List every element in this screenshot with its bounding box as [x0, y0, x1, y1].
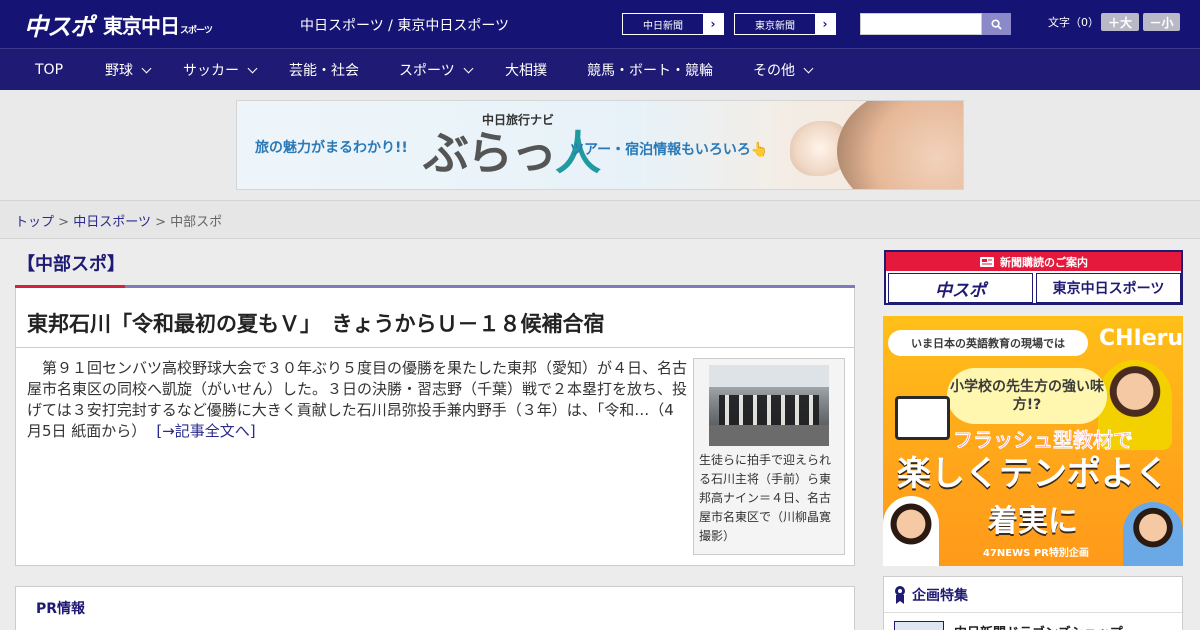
tokyo-shimbun-link[interactable]: 東京新聞 › — [734, 13, 836, 35]
article-card: 東邦石川「令和最初の夏もＶ」 きょうからＵ－１８候補合宿 第９１回センバツ高校野… — [15, 288, 855, 566]
newspaper-icon — [980, 256, 994, 267]
photo-sky — [709, 365, 829, 387]
site-title[interactable]: 中日スポーツ / 東京中日スポーツ — [300, 15, 509, 35]
read-more-link[interactable]: [→記事全文へ] — [156, 422, 255, 440]
logo-chuspo[interactable]: 中スポ — [24, 7, 94, 42]
breadcrumb-bar: トップ > 中日スポーツ > 中部スポ — [0, 200, 1200, 239]
subscribe-tokyo-chunichi-button[interactable]: 東京中日スポーツ — [1036, 273, 1181, 303]
breadcrumb-chunichi-sports[interactable]: 中日スポーツ — [73, 215, 151, 230]
subscription-box: 新聞購読のご案内 中スポ 東京中日スポーツ — [884, 250, 1183, 305]
breadcrumb-top[interactable]: トップ — [15, 215, 54, 230]
article-body: 第９１回センバツ高校野球大会で３０年ぶり５度目の優勝を果たした東邦（愛知）が４日… — [27, 358, 687, 442]
main-nav: TOP 野球 サッカー 芸能・社会 スポーツ 大相撲 競馬・ボート・競輪 その他 — [0, 48, 1200, 90]
chevron-down-icon — [141, 63, 152, 73]
ad-headline: 楽しくテンポよく — [897, 454, 1169, 494]
ribbon-icon — [895, 585, 905, 604]
article-headline[interactable]: 東邦石川「令和最初の夏もＶ」 きょうからＵ－１８候補合宿 — [27, 308, 605, 338]
feature-thumbnail — [894, 621, 944, 630]
nav-item-label: サッカー — [183, 63, 239, 79]
chevron-down-icon — [247, 63, 258, 73]
model-face-image — [837, 101, 963, 189]
search-input[interactable] — [860, 13, 982, 35]
nav-item-label: スポーツ — [399, 63, 455, 79]
logo-tokyo-chunichi-small: スポーツ — [180, 25, 213, 36]
pr-section: PR情報 — [15, 586, 855, 630]
nav-item-racing[interactable]: 競馬・ボート・競輪 — [587, 49, 713, 91]
nav-item-baseball[interactable]: 野球 — [105, 49, 152, 91]
ad-monitor-image — [895, 396, 950, 440]
photo-caption: 生徒らに拍手で迎えられる石川主将（手前）ら東邦高ナイン＝４日、名古屋市名東区で（… — [699, 453, 832, 543]
breadcrumb: トップ > 中日スポーツ > 中部スポ — [15, 211, 222, 230]
nav-item-label: TOP — [35, 62, 64, 78]
subscribe-chuspo-button[interactable]: 中スポ — [888, 273, 1033, 303]
breadcrumb-current: 中部スポ — [170, 215, 223, 230]
ad-kid-image — [883, 496, 939, 566]
banner-right-text: ツアー・宿泊情報もいろいろ👆 — [570, 142, 769, 158]
pr-title: PR情報 — [36, 601, 86, 617]
nav-item-soccer[interactable]: サッカー — [183, 49, 258, 91]
article-summary: 第９１回センバツ高校野球大会で３０年ぶり５度目の優勝を果たした東邦（愛知）が４日… — [27, 359, 688, 440]
nav-item-entertainment[interactable]: 芸能・社会 — [289, 49, 359, 91]
nav-item-label: 大相撲 — [505, 63, 547, 79]
chevron-right-icon: › — [815, 14, 835, 34]
nav-item-label: 芸能・社会 — [289, 63, 359, 79]
travel-navi-banner[interactable]: 旅の魅力がまるわかり!! ぶらっ人 中日旅行ナビ ツアー・宿泊情報もいろいろ👆 — [236, 100, 964, 190]
chevron-down-icon — [463, 63, 474, 73]
ad-top-pill: いま日本の英語教育の現場では — [888, 330, 1088, 356]
subscription-header-text: 新聞購読のご案内 — [1000, 255, 1088, 269]
nav-item-sumo[interactable]: 大相撲 — [505, 49, 547, 91]
chevron-right-icon: › — [703, 14, 723, 34]
article-photo-box: 生徒らに拍手で迎えられる石川主将（手前）ら東邦高ナイン＝４日、名古屋市名東区で（… — [693, 358, 845, 555]
breadcrumb-separator: > — [155, 215, 166, 230]
feature-item[interactable]: 中日新聞ドラゴンズショップ — [894, 621, 1123, 630]
site-header: 中スポ 東京中日スポーツ 中日スポーツ / 東京中日スポーツ 中日新聞 › 東京… — [0, 0, 1200, 48]
feature-header: 企画特集 — [884, 577, 1182, 613]
chevron-down-icon — [803, 63, 814, 73]
ad-line1: フラッシュ型教材で — [953, 428, 1133, 452]
ad-footer: 47NEWS PR特別企画 — [983, 548, 1089, 559]
banner-logo-kana: ぶらっ — [423, 126, 557, 180]
logo-tokyo-chunichi[interactable]: 東京中日スポーツ — [103, 10, 213, 39]
breadcrumb-separator: > — [58, 215, 70, 230]
font-smaller-button[interactable]: －小 — [1143, 13, 1180, 31]
nav-item-top[interactable]: TOP — [35, 49, 63, 91]
photo-ground — [709, 425, 829, 446]
ad-brand: CHIeru — [1099, 326, 1183, 351]
chunichi-shimbun-label: 中日新聞 — [643, 20, 683, 32]
tokyo-shimbun-label: 東京新聞 — [755, 20, 795, 32]
ad-speech-bubble: 小学校の先生方の強い味方!? — [947, 368, 1107, 424]
nav-item-label: 競馬・ボート・競輪 — [587, 63, 713, 79]
chieru-ad[interactable]: いま日本の英語教育の現場では CHIeru 小学校の先生方の強い味方!? フラッ… — [883, 316, 1183, 566]
search-button[interactable] — [982, 13, 1011, 35]
article-photo[interactable] — [709, 365, 829, 446]
feature-box: 企画特集 中日新聞ドラゴンズショップ — [883, 576, 1183, 630]
banner-brand-small: 中日旅行ナビ — [482, 113, 555, 127]
feature-title: 企画特集 — [912, 587, 968, 604]
logo-tokyo-chunichi-text: 東京中日 — [103, 13, 180, 38]
nav-item-label: その他 — [753, 63, 795, 79]
nav-item-sports[interactable]: スポーツ — [399, 49, 474, 91]
section-title: 【中部スポ】 — [17, 254, 125, 275]
chunichi-shimbun-link[interactable]: 中日新聞 › — [622, 13, 724, 35]
banner-left-text: 旅の魅力がまるわかり!! — [255, 140, 408, 156]
banner-area: 旅の魅力がまるわかり!! ぶらっ人 中日旅行ナビ ツアー・宿泊情報もいろいろ👆 — [0, 90, 1200, 200]
site-logo[interactable]: 中スポ 東京中日スポーツ — [24, 7, 213, 42]
font-size-label: 文字（0） — [1048, 16, 1099, 29]
nav-item-label: 野球 — [105, 63, 133, 79]
search-icon — [991, 18, 1002, 30]
font-larger-button[interactable]: ＋大 — [1101, 13, 1139, 31]
ad-kid-image — [1123, 502, 1183, 566]
feature-item-label: 中日新聞ドラゴンズショップ — [954, 622, 1123, 630]
nav-item-others[interactable]: その他 — [753, 49, 814, 91]
article-header: 東邦石川「令和最初の夏もＶ」 きょうからＵ－１８候補合宿 — [16, 288, 854, 348]
subscription-header: 新聞購読のご案内 — [886, 252, 1181, 271]
photo-crowd — [719, 395, 819, 425]
